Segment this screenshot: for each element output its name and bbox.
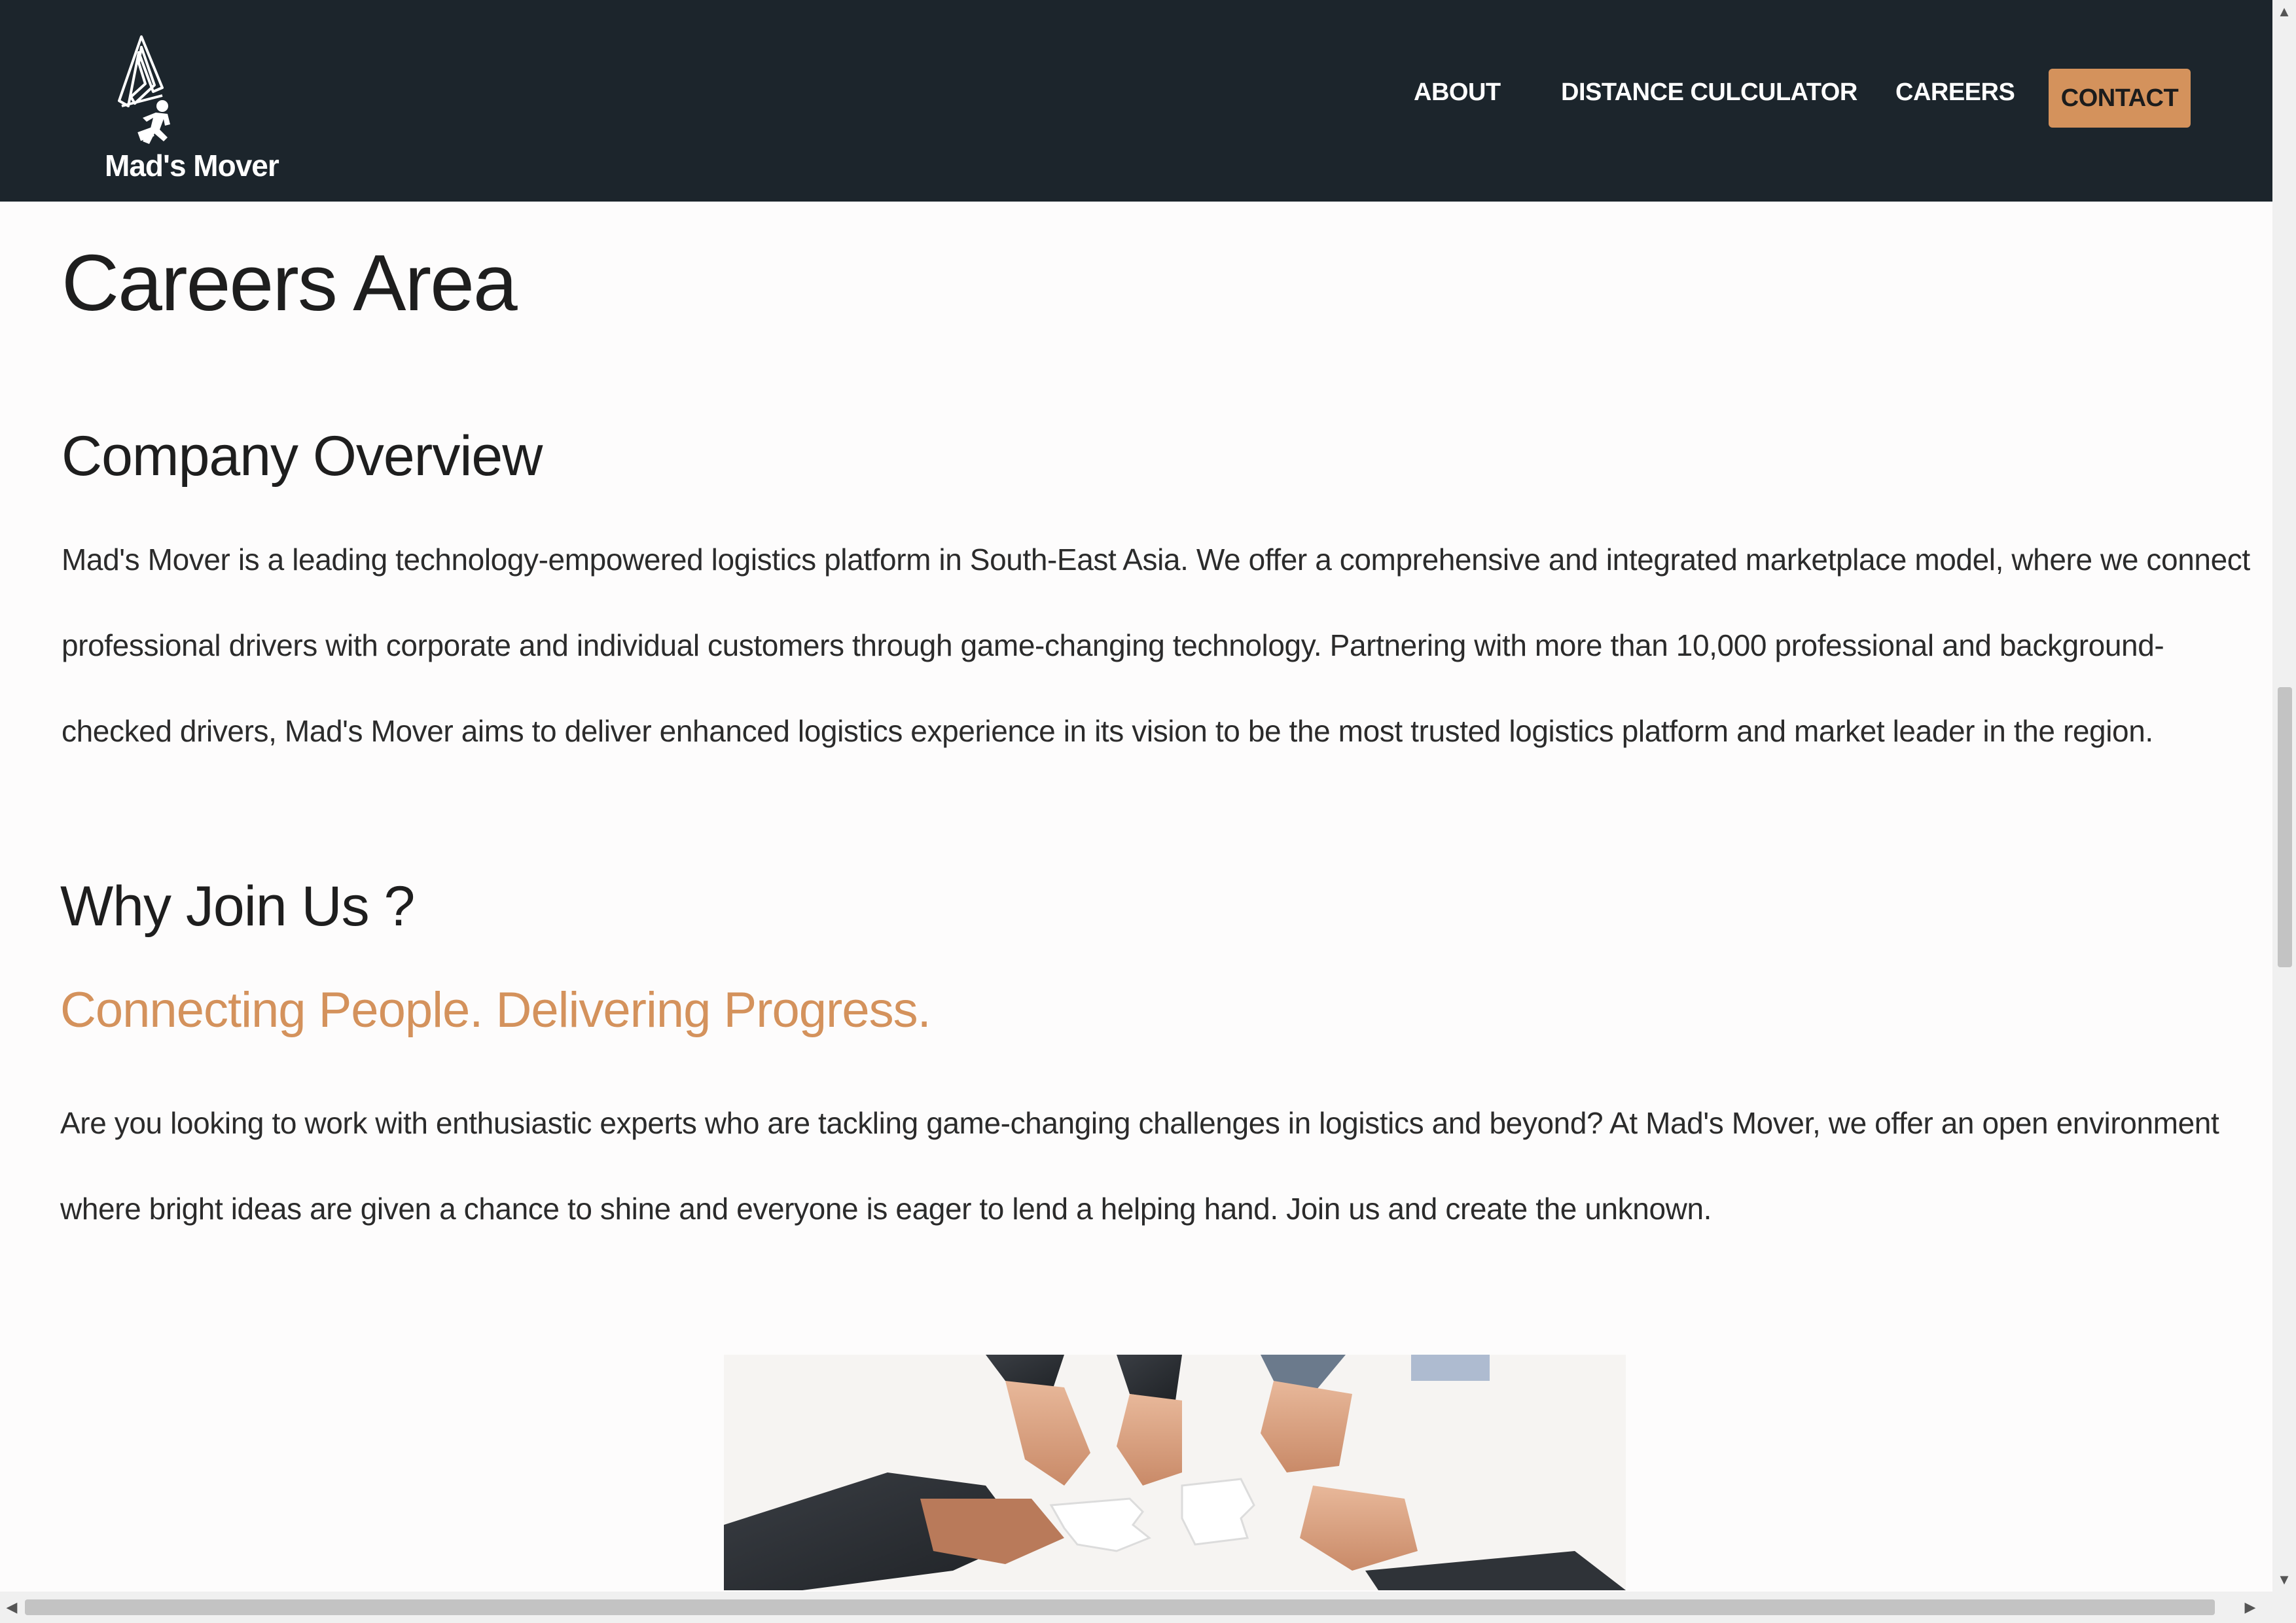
scroll-up-icon[interactable]: ▲ — [2272, 0, 2296, 24]
hands-puzzle-image — [724, 1355, 1626, 1590]
why-join-line: Are you looking to work with enthusiasti… — [60, 1106, 2219, 1140]
top-navbar: Mad's Mover ABOUT DISTANCE CULCULATOR CA… — [0, 0, 2272, 202]
nav-about[interactable]: ABOUT — [1414, 79, 1501, 107]
why-join-line: where bright ideas are given a chance to… — [60, 1192, 1712, 1226]
horizontal-scroll-thumb[interactable] — [25, 1599, 2215, 1615]
horizontal-scrollbar[interactable]: ◀ ▶ — [0, 1592, 2272, 1623]
scroll-left-icon[interactable]: ◀ — [0, 1592, 24, 1623]
brand-name: Mad's Mover — [105, 149, 279, 183]
nav-distance-calculator[interactable]: DISTANCE CULCULATOR — [1561, 79, 1857, 107]
nav-careers[interactable]: CAREERS — [1895, 79, 2015, 107]
mover-logo-icon — [118, 35, 170, 144]
tagline: Connecting People. Delivering Progress. — [60, 982, 931, 1038]
vertical-scrollbar[interactable]: ▲ ▼ — [2272, 0, 2296, 1592]
why-join-heading: Why Join Us ? — [60, 875, 415, 938]
overview-line: professional drivers with corporate and … — [62, 628, 2164, 662]
scroll-right-icon[interactable]: ▶ — [2238, 1592, 2262, 1623]
contact-button[interactable]: CONTACT — [2049, 69, 2191, 128]
company-overview-heading: Company Overview — [62, 425, 543, 488]
scrollbar-corner — [2272, 1592, 2296, 1623]
page-title: Careers Area — [62, 238, 518, 327]
overview-line: checked drivers, Mad's Mover aims to del… — [62, 714, 2153, 748]
brand-logo[interactable]: Mad's Mover — [98, 33, 281, 190]
why-join-text: Are you looking to work with enthusiasti… — [60, 1080, 2219, 1252]
overview-line: Mad's Mover is a leading technology-empo… — [62, 543, 2250, 577]
company-overview-text: Mad's Mover is a leading technology-empo… — [62, 517, 2250, 774]
scroll-down-icon[interactable]: ▼ — [2272, 1568, 2296, 1592]
vertical-scroll-thumb[interactable] — [2278, 687, 2292, 967]
